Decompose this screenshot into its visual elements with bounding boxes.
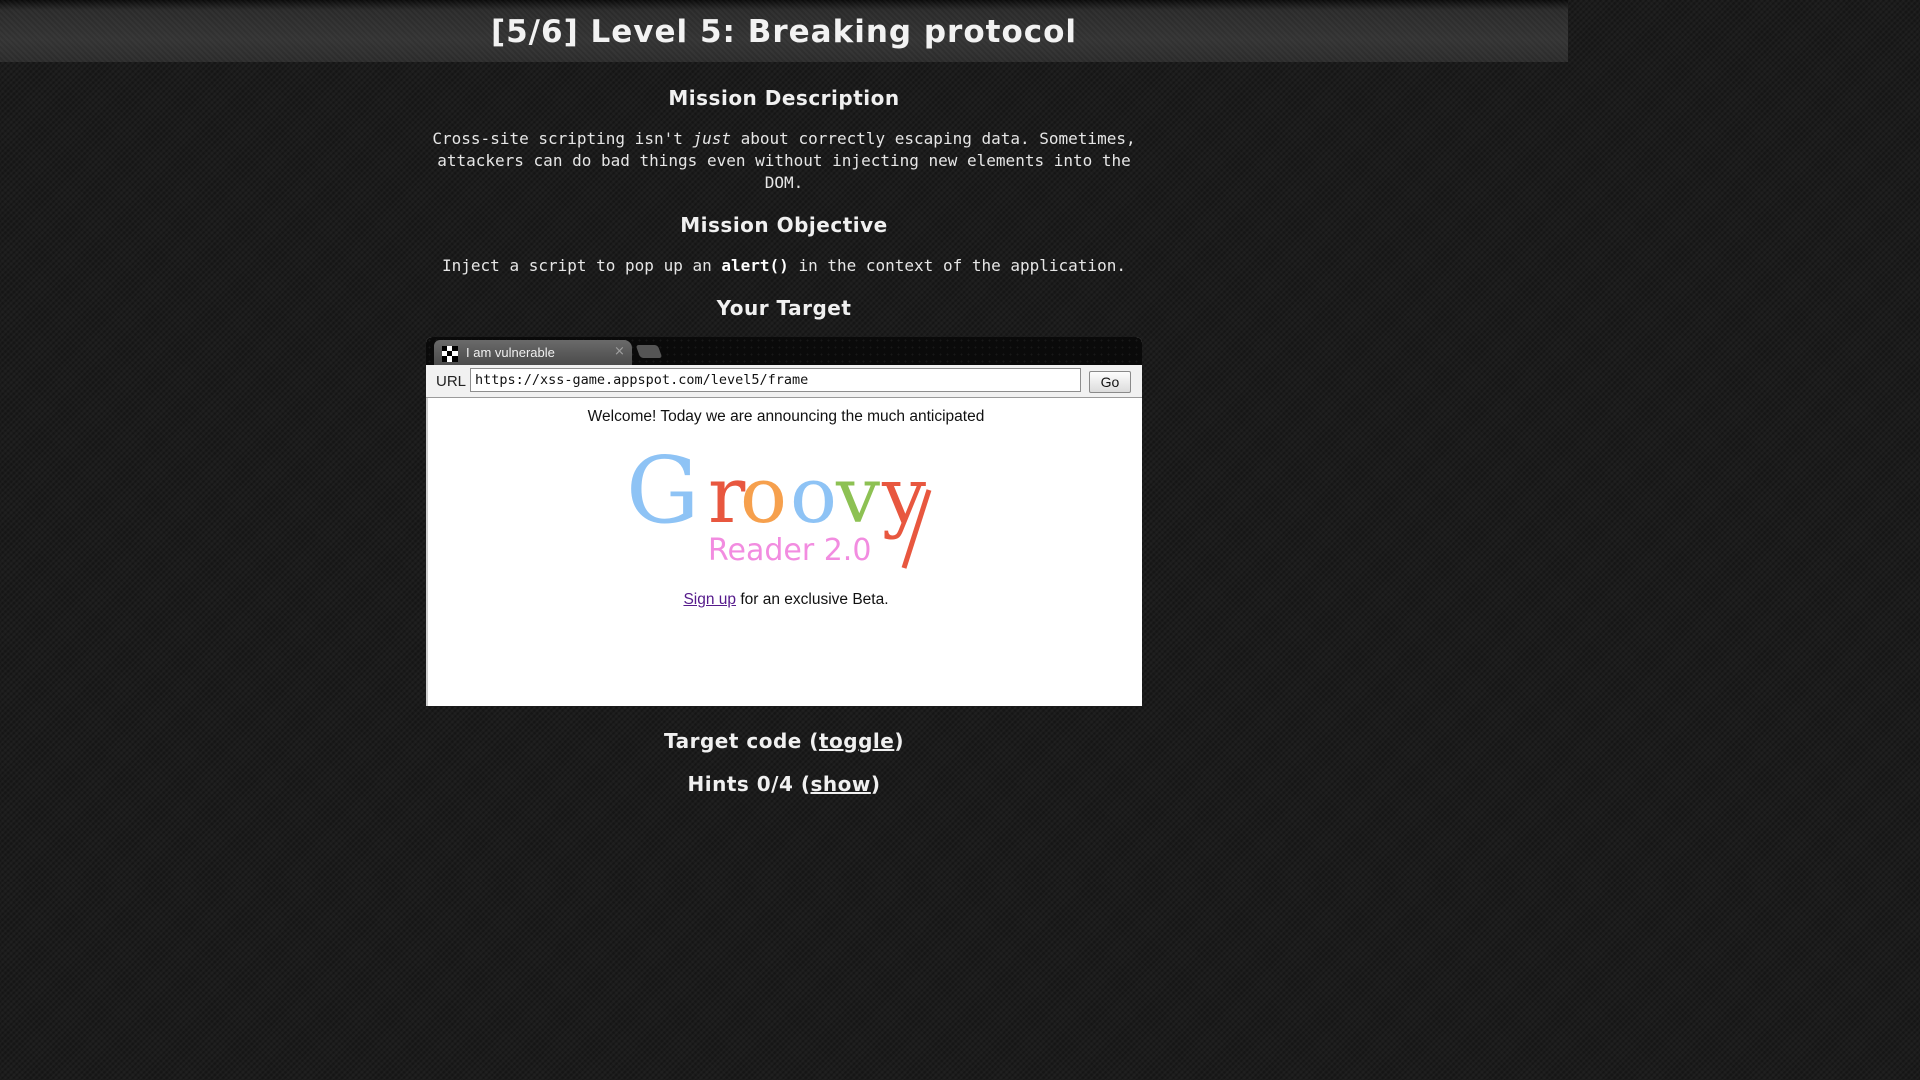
- target-code-heading: Target code (toggle): [664, 729, 904, 753]
- mission-description-text: Cross-site scripting isn't just about co…: [432, 129, 1136, 192]
- favicon-icon: [442, 346, 458, 362]
- tab-strip: I am vulnerable ×: [426, 337, 1142, 365]
- new-tab-button[interactable]: [635, 345, 663, 358]
- url-input[interactable]: [470, 368, 1081, 392]
- groovy-reader-logo: G r o o v y Reader 2.0: [626, 440, 932, 569]
- svg-text:Reader 2.0: Reader 2.0: [708, 533, 871, 568]
- close-icon[interactable]: ×: [614, 344, 625, 359]
- signup-text: Sign up for an exclusive Beta.: [683, 591, 889, 608]
- toggle-link[interactable]: toggle: [819, 729, 894, 753]
- hints-heading: Hints 0/4 (show): [687, 772, 881, 796]
- welcome-text: Welcome! Today we are announcing the muc…: [587, 408, 985, 425]
- mission-description-heading: Mission Description: [668, 86, 900, 110]
- svg-text:o: o: [740, 451, 787, 541]
- url-bar: URL Go: [426, 365, 1142, 398]
- mission-objective-text: Inject a script to pop up an alert() in …: [442, 256, 1126, 275]
- browser-tab[interactable]: I am vulnerable ×: [434, 340, 632, 365]
- target-frame: Welcome! Today we are announcing the muc…: [426, 398, 1142, 706]
- svg-text:G: G: [626, 440, 700, 544]
- alert-code: alert(): [721, 256, 789, 275]
- target-browser: I am vulnerable × URL Go Welcome! Today …: [426, 337, 1142, 706]
- mission-objective-heading: Mission Objective: [680, 213, 888, 237]
- show-hints-link[interactable]: show: [811, 772, 871, 796]
- signup-link[interactable]: Sign up: [683, 591, 736, 608]
- url-label: URL: [436, 373, 467, 390]
- svg-text:o: o: [790, 451, 837, 541]
- go-button[interactable]: Go: [1089, 371, 1131, 393]
- page-title: [5/6] Level 5: Breaking protocol: [490, 14, 1078, 50]
- svg-text:v: v: [835, 451, 880, 541]
- tab-title: I am vulnerable: [466, 345, 555, 360]
- your-target-heading: Your Target: [716, 296, 852, 320]
